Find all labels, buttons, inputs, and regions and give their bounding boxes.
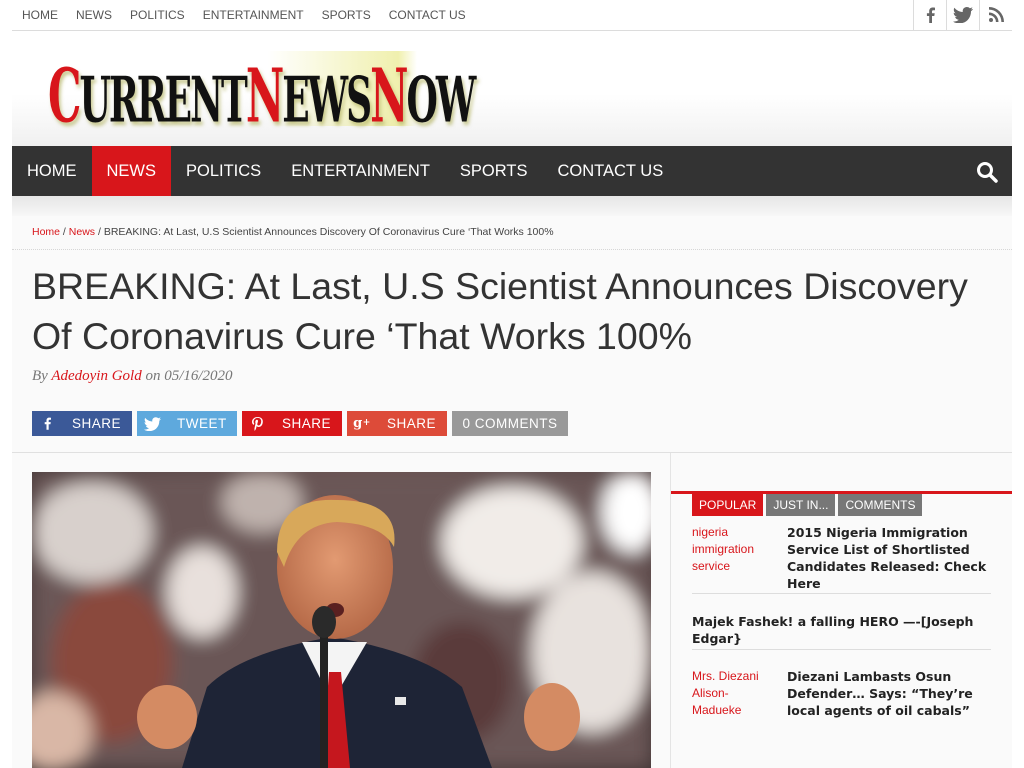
twitter-icon [137, 416, 167, 431]
facebook-icon [32, 417, 62, 430]
twitter-share-button[interactable]: TWEET [137, 411, 237, 436]
social-links [913, 0, 1012, 30]
search-icon[interactable] [976, 161, 998, 183]
byline-on-label: on [145, 368, 161, 384]
share-bar: SHARE TWEET SHARE g + SHARE 0 COMMENTS [32, 411, 568, 436]
top-nav-sports[interactable]: SPORTS [313, 0, 380, 30]
pinterest-share-label: SHARE [282, 416, 332, 431]
divider [692, 649, 991, 650]
twitter-share-label: TWEET [177, 416, 227, 431]
sidebar: POPULAR JUST IN... COMMENTS nigeria immi… [671, 453, 1012, 768]
breadcrumb-news[interactable]: News [69, 226, 95, 238]
nav-sports[interactable]: SPORTS [445, 146, 543, 196]
twitter-icon[interactable] [946, 0, 979, 30]
nav-home[interactable]: HOME [12, 146, 92, 196]
tab-comments[interactable]: COMMENTS [838, 494, 923, 516]
list-item-title[interactable]: 2015 Nigeria Immigration Service List of… [787, 524, 997, 592]
site-logo[interactable]: CURRENTNEWSNOW [42, 51, 476, 139]
tab-just-in[interactable]: JUST IN... [766, 494, 836, 516]
breadcrumb-current: BREAKING: At Last, U.S Scientist Announc… [103, 226, 554, 238]
article-featured-image[interactable] [32, 472, 651, 768]
facebook-share-label: SHARE [72, 416, 122, 431]
article-date: 05/16/2020 [164, 368, 233, 384]
divider [692, 593, 991, 594]
divider [12, 249, 1012, 250]
nav-contact[interactable]: CONTACT US [542, 146, 678, 196]
logo-wordmark: CURRENTNEWSNOW [48, 53, 476, 139]
top-nav: HOME NEWS POLITICS ENTERTAINMENT SPORTS … [12, 0, 475, 30]
nav-news[interactable]: NEWS [91, 146, 171, 196]
breadcrumb-separator: / [60, 226, 69, 238]
googleplus-share-button[interactable]: g + SHARE [347, 411, 447, 436]
comments-button[interactable]: 0 COMMENTS [452, 411, 568, 436]
top-nav-contact[interactable]: CONTACT US [380, 0, 475, 30]
top-nav-news[interactable]: NEWS [67, 0, 121, 30]
top-bar: HOME NEWS POLITICS ENTERTAINMENT SPORTS … [12, 0, 1012, 31]
author-link[interactable]: Adedoyin Gold [51, 368, 141, 384]
top-nav-entertainment[interactable]: ENTERTAINMENT [194, 0, 313, 30]
googleplus-share-label: SHARE [387, 416, 437, 431]
facebook-icon[interactable] [913, 0, 946, 30]
byline-by-label: By [32, 368, 48, 384]
pinterest-icon [242, 416, 272, 431]
breadcrumb-separator: / [95, 226, 104, 238]
top-nav-home[interactable]: HOME [12, 0, 67, 30]
facebook-share-button[interactable]: SHARE [32, 411, 132, 436]
breadcrumb: Home / News / BREAKING: At Last, U.S Sci… [32, 226, 554, 238]
thumbnail-image[interactable]: nigeria immigration service [692, 524, 770, 575]
article-title: BREAKING: At Last, U.S Scientist Announc… [32, 265, 968, 357]
nav-politics[interactable]: POLITICS [171, 146, 276, 196]
top-nav-politics[interactable]: POLITICS [121, 0, 194, 30]
sidebar-tabs: POPULAR JUST IN... COMMENTS [692, 494, 923, 516]
nav-shadow [12, 196, 1012, 216]
main-content: Home / News / BREAKING: At Last, U.S Sci… [12, 216, 1012, 768]
thumbnail-image[interactable]: Mrs. Diezani Alison-Madueke [692, 668, 770, 719]
nav-entertainment[interactable]: ENTERTAINMENT [276, 146, 445, 196]
googleplus-icon: g + [353, 416, 371, 431]
pinterest-share-button[interactable]: SHARE [242, 411, 342, 436]
breadcrumb-home[interactable]: Home [32, 226, 60, 238]
article-byline: By Adedoyin Gold on 05/16/2020 [32, 368, 233, 385]
list-item-title[interactable]: Majek Fashek! a falling HERO —-[Joseph E… [692, 613, 992, 647]
main-nav: HOME NEWS POLITICS ENTERTAINMENT SPORTS … [12, 146, 1012, 196]
rss-icon[interactable] [979, 0, 1012, 30]
site-header: CURRENTNEWSNOW [12, 31, 1012, 146]
list-item-title[interactable]: Diezani Lambasts Osun Defender… Says: “T… [787, 668, 997, 719]
comments-label: 0 COMMENTS [462, 416, 558, 431]
tab-popular[interactable]: POPULAR [692, 494, 764, 516]
